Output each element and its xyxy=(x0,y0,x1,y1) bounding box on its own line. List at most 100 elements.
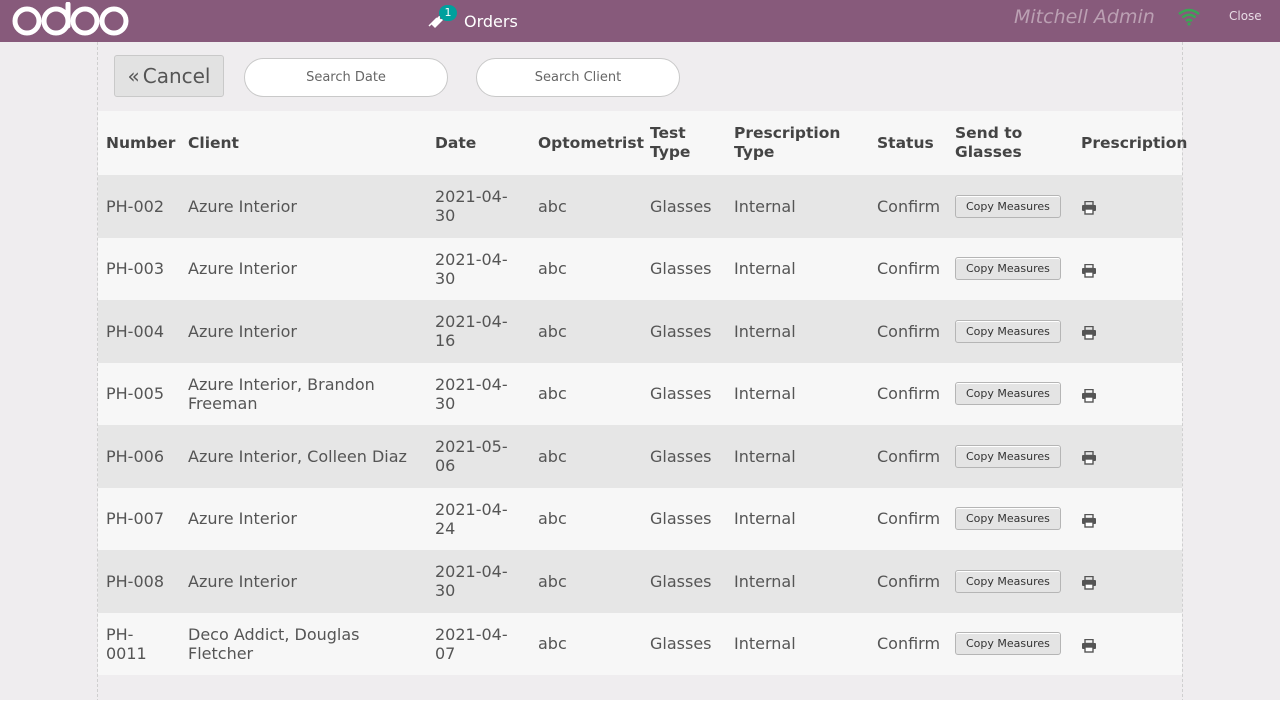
cell-number: PH-008 xyxy=(106,571,164,591)
cell-number: PH-006 xyxy=(106,446,164,466)
cell-date: 2021-04-30 xyxy=(435,374,508,413)
col-client-header: Client xyxy=(188,133,239,152)
cell-status: Confirm xyxy=(877,259,941,279)
cell-status: Confirm xyxy=(877,509,941,529)
print-icon[interactable] xyxy=(1081,263,1097,278)
wifi-icon xyxy=(1178,8,1200,26)
cell-prescription xyxy=(1073,425,1182,488)
print-icon[interactable] xyxy=(1081,638,1097,653)
cell-number: PH-002 xyxy=(106,196,164,216)
print-icon[interactable] xyxy=(1081,325,1097,340)
copy-measures-button[interactable]: Copy Measures xyxy=(955,507,1061,531)
cancel-button[interactable]: « Cancel xyxy=(114,55,224,97)
col-date-header: Date xyxy=(435,133,477,152)
cell-number: PH-007 xyxy=(106,509,164,529)
cell-client: Azure Interior xyxy=(188,196,298,216)
cell-test-type: Glasses xyxy=(650,321,712,341)
cell-client: Azure Interior xyxy=(188,259,298,279)
orders-table: Number Client Date Optometrist Test Type… xyxy=(98,111,1188,676)
cell-send-to-glasses: Copy Measures xyxy=(947,550,1073,613)
cell-status: Confirm xyxy=(877,571,941,591)
cell-optometrist: abc xyxy=(538,259,567,279)
cell-number: PH-005 xyxy=(106,384,164,404)
cell-optometrist: abc xyxy=(538,571,567,591)
cell-status: Confirm xyxy=(877,634,941,654)
table-row[interactable]: PH-004 Azure Interior 2021-04-16 abc Gla… xyxy=(98,300,1182,363)
copy-measures-button[interactable]: Copy Measures xyxy=(955,257,1061,281)
cell-optometrist: abc xyxy=(538,384,567,404)
cell-test-type: Glasses xyxy=(650,446,712,466)
search-client-input[interactable] xyxy=(476,58,680,97)
cell-number: PH-0011 xyxy=(106,624,147,663)
copy-measures-button[interactable]: Copy Measures xyxy=(955,444,1061,468)
print-icon[interactable] xyxy=(1081,200,1097,215)
copy-measures-button[interactable]: Copy Measures xyxy=(955,569,1061,593)
cell-optometrist: abc xyxy=(538,196,567,216)
table-row[interactable]: PH-006 Azure Interior, Colleen Diaz 2021… xyxy=(98,425,1182,488)
copy-measures-button[interactable]: Copy Measures xyxy=(955,319,1061,343)
cell-prescription-type: Internal xyxy=(734,196,796,216)
table-row[interactable]: PH-008 Azure Interior 2021-04-30 abc Gla… xyxy=(98,550,1182,613)
top-bar: odoo 1 Orders Mitchell Admin Close xyxy=(0,0,1280,42)
cell-date: 2021-04-30 xyxy=(435,187,508,226)
col-send-to-glasses-header: Send to Glasses xyxy=(955,124,1023,161)
copy-measures-button[interactable]: Copy Measures xyxy=(955,632,1061,656)
copy-measures-button[interactable]: Copy Measures xyxy=(955,382,1061,406)
cell-prescription xyxy=(1073,613,1182,676)
cell-status: Confirm xyxy=(877,384,941,404)
cell-client: Azure Interior xyxy=(188,321,298,341)
table-row[interactable]: PH-007 Azure Interior 2021-04-24 abc Gla… xyxy=(98,487,1182,551)
print-icon[interactable] xyxy=(1081,513,1097,528)
cell-prescription-type: Internal xyxy=(734,384,796,404)
cell-prescription xyxy=(1073,238,1182,301)
cell-optometrist: abc xyxy=(538,446,567,466)
col-number-header: Number xyxy=(106,133,176,152)
cell-prescription xyxy=(1073,300,1182,363)
cell-status: Confirm xyxy=(877,196,941,216)
col-prescription-header: Prescription xyxy=(1081,133,1188,152)
cell-optometrist: abc xyxy=(538,634,567,654)
cancel-label: Cancel xyxy=(142,64,211,88)
cell-prescription xyxy=(1073,488,1182,551)
bottom-strip xyxy=(0,700,1280,708)
orders-menu[interactable]: 1 Orders xyxy=(428,5,518,36)
cell-number: PH-004 xyxy=(106,321,164,341)
cell-prescription xyxy=(1073,363,1182,426)
cell-prescription-type: Internal xyxy=(734,571,796,591)
copy-measures-button[interactable]: Copy Measures xyxy=(955,194,1061,218)
close-link[interactable]: Close xyxy=(1229,9,1262,23)
odoo-logo xyxy=(12,2,129,36)
cell-send-to-glasses: Copy Measures xyxy=(947,238,1073,301)
cell-optometrist: abc xyxy=(538,509,567,529)
cell-number: PH-003 xyxy=(106,259,164,279)
cell-prescription-type: Internal xyxy=(734,321,796,341)
cell-optometrist: abc xyxy=(538,321,567,341)
double-chevron-left-icon: « xyxy=(127,64,140,88)
table-header-row: Number Client Date Optometrist Test Type… xyxy=(98,111,1188,175)
tag-icon: 1 xyxy=(428,5,457,32)
cell-send-to-glasses: Copy Measures xyxy=(947,363,1073,426)
table-row[interactable]: PH-003 Azure Interior 2021-04-30 abc Gla… xyxy=(98,237,1182,301)
orders-table-container: Number Client Date Optometrist Test Type… xyxy=(98,111,1188,676)
cell-send-to-glasses: Copy Measures xyxy=(947,613,1073,676)
cell-date: 2021-04-30 xyxy=(435,249,508,288)
cell-test-type: Glasses xyxy=(650,259,712,279)
cell-send-to-glasses: Copy Measures xyxy=(947,175,1073,238)
orders-count-badge: 1 xyxy=(439,5,457,21)
col-prescription-type-header: Prescription Type xyxy=(734,124,841,161)
cell-date: 2021-04-07 xyxy=(435,624,508,663)
print-icon[interactable] xyxy=(1081,388,1097,403)
cell-prescription xyxy=(1073,175,1182,238)
table-row[interactable]: PH-005 Azure Interior, Brandon Freeman 2… xyxy=(98,362,1182,426)
print-icon[interactable] xyxy=(1081,450,1097,465)
cell-client: Azure Interior, Colleen Diaz xyxy=(188,446,407,466)
search-date-input[interactable] xyxy=(244,58,448,97)
print-icon[interactable] xyxy=(1081,575,1097,590)
cell-date: 2021-05-06 xyxy=(435,437,508,476)
col-test-type-header: Test Type xyxy=(650,124,691,161)
cell-test-type: Glasses xyxy=(650,634,712,654)
table-row[interactable]: PH-0011 Deco Addict, Douglas Fletcher 20… xyxy=(98,612,1182,676)
table-row[interactable]: PH-002 Azure Interior 2021-04-30 abc Gla… xyxy=(98,175,1182,238)
cell-send-to-glasses: Copy Measures xyxy=(947,300,1073,363)
cell-client: Azure Interior, Brandon Freeman xyxy=(188,374,375,413)
